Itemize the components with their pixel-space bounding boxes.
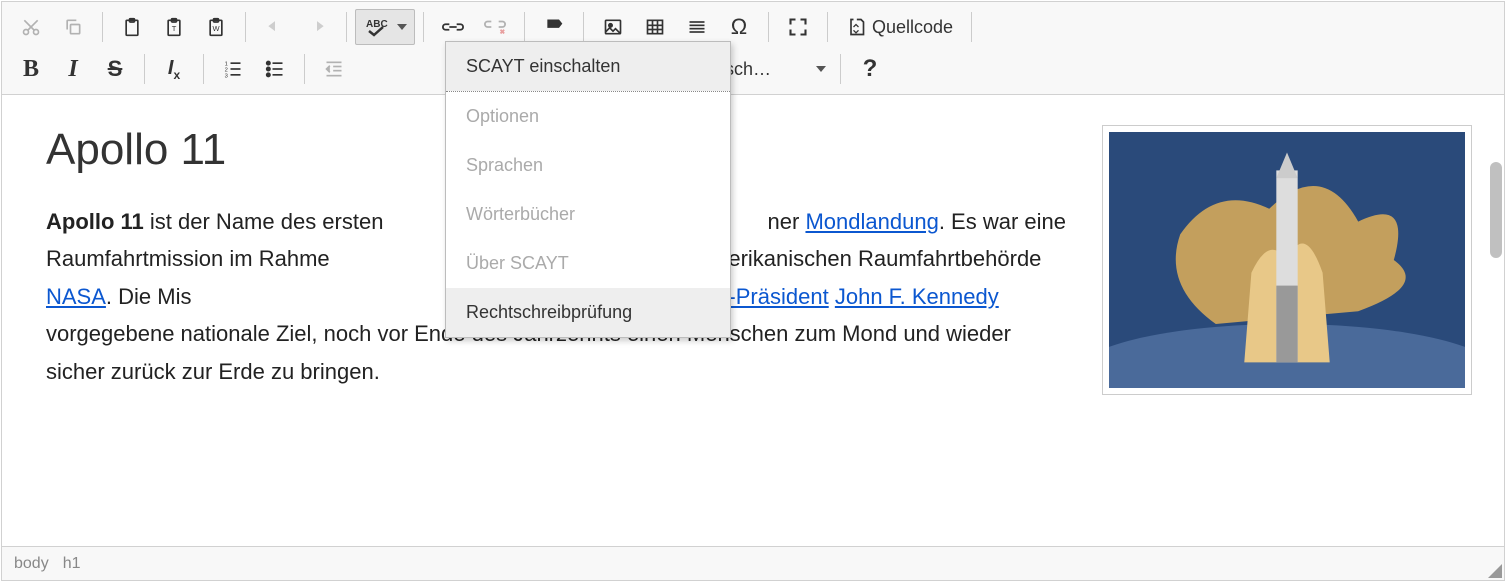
separator: [827, 12, 828, 42]
anchor-button[interactable]: [533, 9, 575, 45]
toolbar-row-1: T W ABC Ω Quellcode: [10, 6, 1496, 48]
help-button[interactable]: ?: [849, 51, 891, 87]
separator: [346, 12, 347, 42]
link-jfk[interactable]: John F. Kennedy: [835, 284, 999, 309]
strike-icon: S: [108, 56, 123, 82]
strike-button[interactable]: S: [94, 51, 136, 87]
italic-button[interactable]: I: [52, 51, 94, 87]
numbered-list-button[interactable]: 123: [212, 51, 254, 87]
remove-format-icon: Ix: [168, 57, 180, 82]
scayt-enable-item[interactable]: SCAYT einschalten: [446, 42, 730, 91]
separator: [102, 12, 103, 42]
path-h1[interactable]: h1: [63, 555, 81, 573]
italic-icon: I: [68, 56, 77, 83]
outdent-button[interactable]: [313, 51, 355, 87]
spellcheck-dropdown-button[interactable]: ABC: [355, 9, 415, 45]
scayt-languages-item: Sprachen: [446, 141, 730, 190]
horizontal-rule-button[interactable]: [676, 9, 718, 45]
path-body[interactable]: body: [14, 555, 49, 573]
separator: [304, 54, 305, 84]
redo-button[interactable]: [296, 9, 338, 45]
help-icon: ?: [863, 55, 878, 83]
separator: [144, 54, 145, 84]
paste-button[interactable]: [111, 9, 153, 45]
special-char-button[interactable]: Ω: [718, 9, 760, 45]
link-button[interactable]: [432, 9, 474, 45]
link-nasa[interactable]: NASA: [46, 284, 106, 309]
bold-icon: B: [23, 56, 39, 83]
source-label: Quellcode: [872, 17, 953, 38]
caret-icon: [397, 24, 407, 30]
content-image[interactable]: [1102, 125, 1472, 395]
link-mondlandung[interactable]: Mondlandung: [805, 209, 938, 234]
bullet-list-button[interactable]: [254, 51, 296, 87]
separator: [768, 12, 769, 42]
bold-button[interactable]: B: [10, 51, 52, 87]
separator: [971, 12, 972, 42]
caret-icon: [816, 66, 826, 72]
svg-text:W: W: [212, 24, 220, 33]
content-area[interactable]: Apollo 11 Apollo 11 ist der Name des ers…: [2, 95, 1504, 546]
bold-text: Apollo 11: [46, 209, 144, 234]
separator: [524, 12, 525, 42]
image-button[interactable]: [592, 9, 634, 45]
spellcheck-item[interactable]: Rechtschreibprüfung: [446, 288, 730, 337]
maximize-button[interactable]: [777, 9, 819, 45]
toolbar-row-2: B I S Ix 123 Übersch… ?: [10, 48, 1496, 90]
separator: [245, 12, 246, 42]
separator: [203, 54, 204, 84]
paste-word-button[interactable]: W: [195, 9, 237, 45]
editor-container: T W ABC Ω Quellcode B I S: [1, 1, 1505, 581]
paste-text-button[interactable]: T: [153, 9, 195, 45]
scayt-options-item: Optionen: [446, 92, 730, 141]
cut-button[interactable]: [10, 9, 52, 45]
status-bar: body h1: [2, 546, 1504, 580]
separator: [583, 12, 584, 42]
resize-grip[interactable]: [1488, 564, 1502, 578]
unlink-button[interactable]: [474, 9, 516, 45]
copy-button[interactable]: [52, 9, 94, 45]
svg-text:3: 3: [225, 73, 228, 79]
remove-format-button[interactable]: Ix: [153, 51, 195, 87]
table-button[interactable]: [634, 9, 676, 45]
source-button[interactable]: Quellcode: [836, 9, 963, 45]
undo-button[interactable]: [254, 9, 296, 45]
separator: [840, 54, 841, 84]
toolbar: T W ABC Ω Quellcode B I S: [2, 2, 1504, 95]
svg-text:ABC: ABC: [366, 19, 388, 30]
svg-text:T: T: [172, 24, 177, 33]
scayt-about-item: Über SCAYT: [446, 239, 730, 288]
scayt-dictionaries-item: Wörterbücher: [446, 190, 730, 239]
scrollbar-thumb[interactable]: [1490, 162, 1502, 258]
separator: [423, 12, 424, 42]
spellcheck-dropdown: SCAYT einschalten Optionen Sprachen Wört…: [445, 41, 731, 338]
